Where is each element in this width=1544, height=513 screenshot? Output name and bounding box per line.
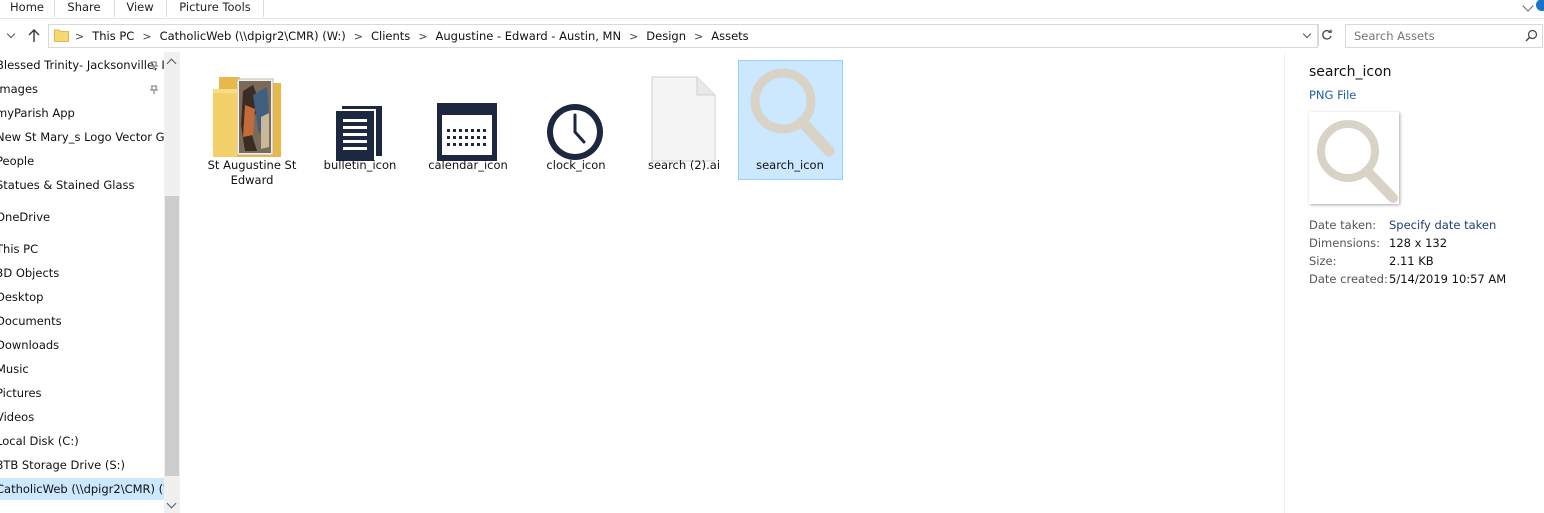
search-box[interactable]	[1345, 24, 1543, 48]
file-name: search_icon	[756, 158, 824, 172]
nav-item-3d-objects[interactable]: 3D Objects	[0, 262, 164, 284]
tab-picture-tools[interactable]: Picture Tools	[166, 0, 264, 17]
nav-item-music[interactable]: Music	[0, 358, 164, 380]
breadcrumb-network-drive[interactable]: CatholicWeb (\\dpigr2\CMR) (W:)	[152, 29, 354, 43]
breadcrumb: > This PC > CatholicWeb (\\dpigr2\CMR) (…	[75, 25, 757, 47]
breadcrumb-assets[interactable]: Assets	[703, 29, 756, 43]
prop-value-dimensions: 128 x 132	[1389, 236, 1448, 250]
clock-icon	[547, 104, 603, 160]
details-file-name: search_icon	[1309, 64, 1392, 80]
search-input[interactable]	[1354, 27, 1514, 44]
nav-item-myparish-app[interactable]: myParish App	[0, 102, 164, 124]
pin-icon[interactable]	[148, 59, 160, 71]
nav-item-local-disk[interactable]: Local Disk (C:)	[0, 430, 164, 452]
prop-value-date-taken[interactable]: Specify date taken	[1389, 218, 1496, 232]
search-magnifier-icon	[750, 68, 835, 157]
nav-item-pictures[interactable]: Pictures	[0, 382, 164, 404]
file-item[interactable]: calendar_icon	[416, 60, 520, 180]
file-name: St Augustine St Edward	[207, 158, 297, 187]
nav-item-this-pc[interactable]: This PC	[0, 238, 164, 260]
breadcrumb-separator: >	[75, 29, 85, 43]
file-item[interactable]: bulletin_icon	[308, 60, 412, 180]
recent-locations-chevron-icon[interactable]	[6, 29, 16, 39]
breadcrumb-separator: >	[418, 29, 428, 43]
nav-item-people[interactable]: People	[0, 150, 164, 172]
folder-icon	[54, 29, 69, 42]
address-bar[interactable]: > This PC > CatholicWeb (\\dpigr2\CMR) (…	[48, 24, 1318, 48]
refresh-icon[interactable]	[1318, 24, 1335, 46]
calendar-icon	[437, 103, 497, 161]
nav-item-images[interactable]: Images	[0, 78, 164, 100]
prop-label-size: Size:	[1309, 254, 1337, 268]
file-name: clock_icon	[546, 158, 606, 172]
scrollbar-thumb[interactable]	[165, 196, 179, 476]
breadcrumb-clients[interactable]: Clients	[363, 29, 418, 43]
breadcrumb-separator: >	[694, 29, 704, 43]
up-arrow-icon[interactable]	[26, 28, 42, 44]
tab-home[interactable]: Home	[0, 0, 55, 17]
scroll-up-icon[interactable]	[166, 58, 177, 69]
nav-item-st-marys-logo[interactable]: New St Mary_s Logo Vector Grap	[0, 126, 164, 148]
details-pane: search_icon PNG File Date taken: Specify…	[1284, 52, 1544, 513]
file-item-selected[interactable]: search_icon	[738, 60, 843, 180]
file-name: bulletin_icon	[323, 158, 397, 172]
expand-ribbon-icon[interactable]	[1522, 0, 1534, 12]
prop-label-date-taken: Date taken:	[1309, 218, 1377, 232]
nav-item-downloads[interactable]: Downloads	[0, 334, 164, 356]
details-file-type: PNG File	[1309, 88, 1357, 102]
details-preview	[1309, 112, 1399, 204]
file-item[interactable]: St Augustine St Edward	[200, 60, 304, 187]
prop-value-date-created: 5/14/2019 10:57 AM	[1389, 272, 1507, 286]
breadcrumb-design[interactable]: Design	[638, 29, 694, 43]
nav-item-blessed-trinity[interactable]: Blessed Trinity- Jacksonville, I	[0, 54, 164, 76]
breadcrumb-separator: >	[629, 29, 639, 43]
file-name: search (2).ai	[647, 158, 721, 172]
tab-view[interactable]: View	[114, 0, 167, 17]
prop-value-size: 2.11 KB	[1389, 254, 1434, 268]
prop-label-date-created: Date created:	[1309, 272, 1388, 286]
folder-icon	[213, 77, 281, 157]
file-item[interactable]: search (2).ai	[632, 60, 736, 180]
nav-item-desktop[interactable]: Desktop	[0, 286, 164, 308]
blank-file-icon	[651, 76, 716, 162]
file-item[interactable]: clock_icon	[524, 60, 628, 180]
nav-item-statues[interactable]: Statues & Stained Glass	[0, 174, 164, 196]
prop-label-dimensions: Dimensions:	[1309, 236, 1380, 250]
breadcrumb-client-folder[interactable]: Augustine - Edward - Austin, MN	[428, 29, 630, 43]
scroll-down-icon[interactable]	[166, 498, 177, 509]
file-list: St Augustine St Edward bulletin_icon cal…	[188, 52, 1278, 513]
navigation-bar: > This PC > CatholicWeb (\\dpigr2\CMR) (…	[0, 20, 1544, 51]
nav-item-videos[interactable]: Videos	[0, 406, 164, 428]
breadcrumb-this-pc[interactable]: This PC	[84, 29, 142, 43]
file-name: calendar_icon	[428, 158, 508, 172]
search-magnifier-icon	[1317, 120, 1398, 203]
bulletin-document-icon	[334, 102, 382, 163]
nav-item-catholicweb[interactable]: CatholicWeb (\\dpigr2\CMR) (W	[0, 478, 164, 500]
nav-item-storage-drive[interactable]: 8TB Storage Drive (S:)	[0, 454, 164, 476]
nav-scrollbar[interactable]	[164, 52, 180, 513]
breadcrumb-separator: >	[142, 29, 152, 43]
pin-icon[interactable]	[148, 83, 160, 95]
help-icon[interactable]	[1536, 0, 1544, 11]
breadcrumb-separator: >	[353, 29, 364, 43]
ribbon-tabs: Home Share View Picture Tools	[0, 0, 1544, 19]
nav-item-documents[interactable]: Documents	[0, 310, 164, 332]
search-icon[interactable]	[1525, 29, 1538, 42]
nav-item-onedrive[interactable]: OneDrive	[0, 206, 164, 228]
navigation-pane: Blessed Trinity- Jacksonville, I Images …	[0, 52, 180, 513]
tab-share[interactable]: Share	[54, 0, 115, 17]
